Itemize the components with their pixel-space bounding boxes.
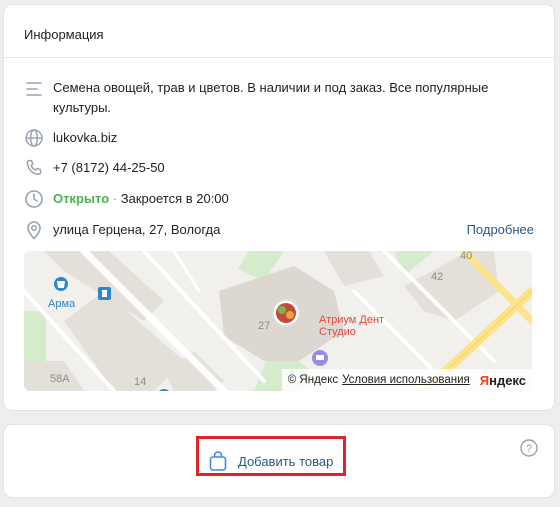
map[interactable]: Арма 40 42 27 58А 14 Атриум Дент Студио … xyxy=(24,251,532,391)
house-number: 42 xyxy=(431,271,444,283)
map-poi-name[interactable]: Атриум Дент Студио xyxy=(319,314,399,338)
website-row[interactable]: lukovka.biz xyxy=(24,128,534,148)
phone-icon xyxy=(26,159,42,175)
description-row: Семена овощей, трав и цветов. В наличии … xyxy=(24,78,534,120)
add-product-label: Добавить товар xyxy=(238,453,334,469)
house-number: 14 xyxy=(134,376,147,388)
closing-time: Закроется в 20:00 xyxy=(120,191,229,206)
phone-row[interactable]: +7 (8172) 44-25-50 xyxy=(24,158,534,178)
svg-text:?: ? xyxy=(526,443,532,455)
add-product-card: Добавить товар ? xyxy=(4,425,554,497)
description-text: Семена овощей, трав и цветов. В наличии … xyxy=(53,80,489,115)
status-open: Открыто xyxy=(53,191,110,206)
map-shop-label: Арма xyxy=(48,298,76,310)
house-number: 58А xyxy=(50,373,70,385)
status-separator: · xyxy=(109,191,121,206)
attribution-text: © Яндекс xyxy=(287,374,339,386)
text-lines-icon xyxy=(26,82,42,96)
location-pin-icon xyxy=(27,221,41,240)
house-number: 40 xyxy=(460,251,473,262)
more-details-link[interactable]: Подробнее xyxy=(467,220,534,240)
add-product-button[interactable]: Добавить товар xyxy=(208,449,333,473)
divider xyxy=(4,57,554,58)
address-link[interactable]: улица Герцена, 27, Вологда xyxy=(53,220,534,240)
map-attribution: © Яндекс Условия использования Яндекс xyxy=(281,369,532,391)
info-title: Информация xyxy=(24,27,104,42)
shopping-bag-icon xyxy=(209,451,227,471)
hours-text: Открыто · Закроется в 20:00 xyxy=(53,189,534,209)
help-icon[interactable]: ? xyxy=(520,439,538,457)
phone-number[interactable]: +7 (8172) 44-25-50 xyxy=(53,158,534,178)
globe-icon xyxy=(25,129,43,147)
info-card: Информация Семена овощей, трав и цветов.… xyxy=(4,5,554,410)
terms-link[interactable]: Условия использования xyxy=(342,374,470,386)
house-number: 27 xyxy=(258,320,271,332)
yandex-logo[interactable]: Яндекс xyxy=(480,373,526,388)
clock-icon xyxy=(25,190,43,208)
website-link[interactable]: lukovka.biz xyxy=(53,128,534,148)
hours-row: Открыто · Закроется в 20:00 xyxy=(24,189,534,209)
address-row: улица Герцена, 27, Вологда Подробнее xyxy=(24,220,534,240)
